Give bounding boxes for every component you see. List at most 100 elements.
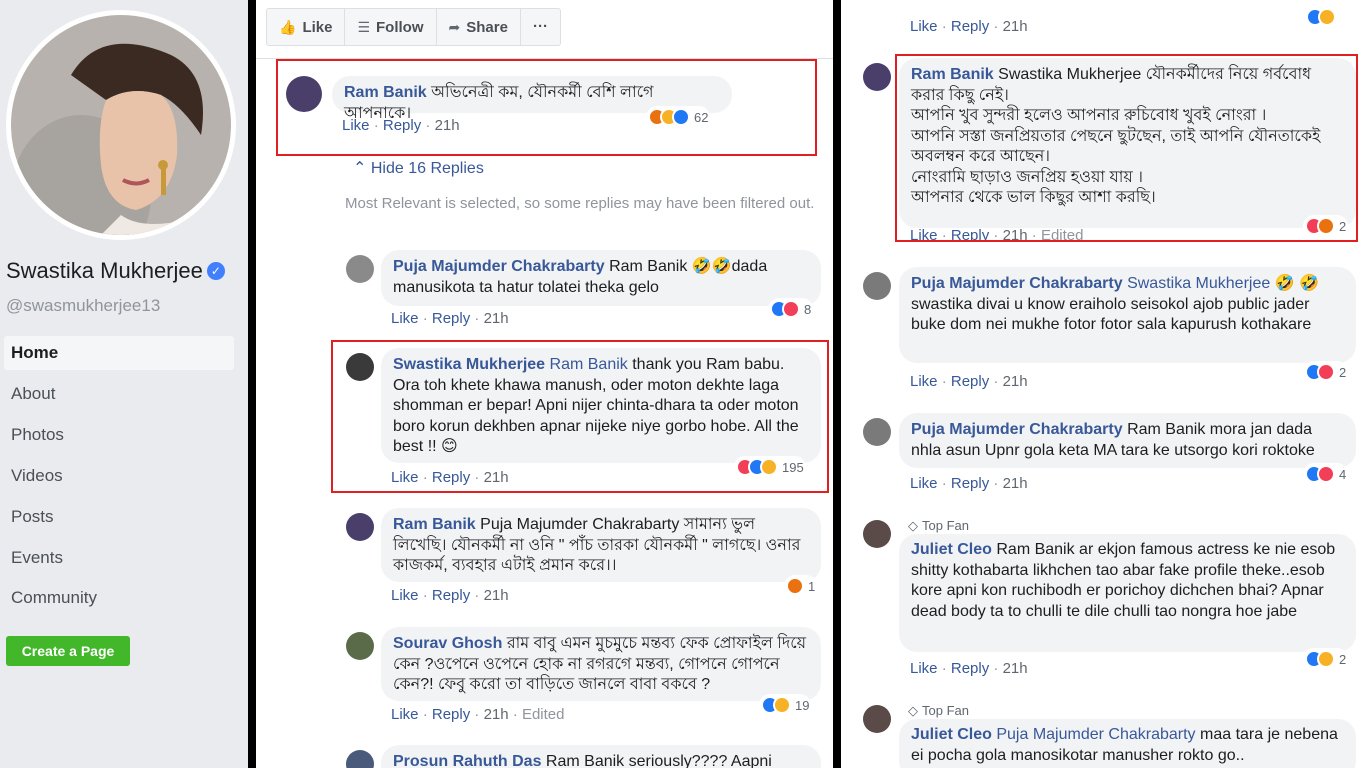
nav-item-home[interactable]: Home [4,336,234,370]
avatar[interactable] [863,418,891,446]
profile-picture-frame [6,10,236,240]
timestamp[interactable]: 21h [1003,660,1028,677]
like-link[interactable]: Like [910,18,938,35]
comment-text: Ram Banik seriously???? Aapni [545,753,772,768]
reaction-summary[interactable]: 2 [1303,361,1349,383]
haha-reaction-icon [1317,650,1335,668]
comment-author[interactable]: Puja Majumder Chakrabarty [393,258,605,275]
like-link[interactable]: Like [910,660,938,677]
nav-item-about[interactable]: About [4,377,234,411]
reply-link[interactable]: Reply [951,475,989,492]
avatar[interactable] [346,632,374,660]
avatar[interactable] [863,520,891,548]
comments-panel-middle: 👍 Like ☰ Follow ➦ Share ··· Ram Banik অভিনে… [256,0,833,768]
like-link[interactable]: Like [910,475,938,492]
reply-link[interactable]: Reply [951,660,989,677]
profile-sidebar: Swastika Mukherjee ✓ @swasmukherjee13 Hom… [0,0,248,768]
timestamp[interactable]: 21h [1003,373,1028,390]
comment-bubble: Juliet Cleo Puja Majumder Chakrabarty ma… [899,719,1356,768]
top-fan-badge: ◇ Top Fan [908,518,969,533]
thumbs-up-icon: 👍 [279,19,297,35]
nav-item-community[interactable]: Community [4,581,234,615]
comment-bubble: Prosun Rahuth Das Ram Banik seriously???… [381,745,821,768]
love-reaction-icon [1317,363,1335,381]
create-page-button[interactable]: Create a Page [6,636,130,666]
comment-author[interactable]: Ram Banik [393,516,476,533]
comment-actions: Like · Reply · 21h [910,660,1028,677]
timestamp[interactable]: 21h [484,587,509,604]
comment-author[interactable]: Juliet Cleo [911,726,992,743]
like-link[interactable]: Like [391,706,419,723]
like-link[interactable]: Like [391,310,419,327]
reply-link[interactable]: Reply [432,706,470,723]
panel-divider [248,0,256,768]
haha-reaction-icon [1318,8,1336,26]
edited-label: Edited [521,706,565,723]
like-button[interactable]: 👍 Like [267,9,346,45]
hide-replies-link[interactable]: ⌃ Hide 16 Replies [353,158,484,178]
profile-handle[interactable]: @swasmukherjee13 [6,296,160,316]
like-link[interactable]: Like [910,373,938,390]
reaction-summary[interactable]: 4 [1303,463,1349,485]
reaction-summary[interactable]: 2 [1303,648,1349,670]
comment-actions: Like · Reply · 21h [910,373,1028,390]
post-action-bar: 👍 Like ☰ Follow ➦ Share ··· [266,8,561,46]
comment-author[interactable]: Puja Majumder Chakrabarty [911,421,1123,438]
follow-button[interactable]: ☰ Follow [345,9,437,45]
reply-link[interactable]: Reply [951,373,989,390]
avatar[interactable] [346,750,374,768]
angry-reaction-icon [786,577,804,595]
panel-divider [833,0,841,768]
timestamp[interactable]: 21h [1003,18,1028,35]
timestamp[interactable]: 21h [484,310,509,327]
comment-bubble: Puja Majumder Chakrabarty Ram Banik 🤣🤣da… [381,250,821,306]
love-reaction-icon [1317,465,1335,483]
reaction-summary[interactable]: 19 [759,694,812,716]
comment-bubble: Puja Majumder Chakrabarty Swastika Mukhe… [899,267,1356,363]
profile-name[interactable]: Swastika Mukherjee ✓ [6,258,225,284]
comment-bubble: Ram Banik Puja Majumder Chakrabarty সামা… [381,508,821,582]
more-options-button[interactable]: ··· [521,9,560,45]
comment-actions: Like · Reply · 21h [391,587,509,604]
reaction-summary[interactable]: 1 [784,575,818,597]
like-link[interactable]: Like [391,587,419,604]
comment-actions: Like · Reply · 21h · Edited [391,706,565,723]
comment-tag[interactable]: Puja Majumder Chakrabarty [996,726,1195,743]
reaction-summary[interactable]: 8 [768,298,814,320]
top-fan-badge: ◇ Top Fan [908,703,969,718]
timestamp[interactable]: 21h [484,706,509,723]
reply-link[interactable]: Reply [432,310,470,327]
comment-author[interactable]: Puja Majumder Chakrabarty [911,275,1123,292]
avatar[interactable] [346,513,374,541]
nav-item-posts[interactable]: Posts [4,500,234,534]
reply-link[interactable]: Reply [951,18,989,35]
timestamp[interactable]: 21h [1003,475,1028,492]
reaction-summary[interactable] [1304,6,1338,28]
share-button[interactable]: ➦ Share [437,9,521,45]
comment-actions: Like · Reply · 21h [391,310,509,327]
profile-picture[interactable] [11,15,231,235]
avatar[interactable] [863,705,891,733]
nav-item-photos[interactable]: Photos [4,418,234,452]
comment-author[interactable]: Juliet Cleo [911,541,992,558]
filter-note: Most Relevant is selected, so some repli… [345,195,815,212]
diamond-icon: ◇ [908,703,918,718]
share-arrow-icon: ➦ [448,19,461,35]
avatar[interactable] [346,255,374,283]
love-reaction-icon [782,300,800,318]
comment-tag[interactable]: Swastika Mukherjee [1127,275,1270,292]
nav-item-videos[interactable]: Videos [4,459,234,493]
highlight-box [276,59,817,156]
avatar[interactable] [863,272,891,300]
reply-link[interactable]: Reply [432,587,470,604]
comment-bubble: Puja Majumder Chakrabarty Ram Banik mora… [899,413,1356,468]
avatar[interactable] [863,63,891,91]
chevron-up-icon: ⌃ [353,160,371,177]
haha-reaction-icon [773,696,791,714]
diamond-icon: ◇ [908,518,918,533]
verified-badge-icon: ✓ [206,262,225,280]
nav-item-events[interactable]: Events [4,541,234,575]
comments-panel-right: Like · Reply · 21h Ram Banik Swastika Mu… [841,0,1366,768]
comment-author[interactable]: Prosun Rahuth Das [393,753,541,768]
comment-author[interactable]: Sourav Ghosh [393,635,502,652]
